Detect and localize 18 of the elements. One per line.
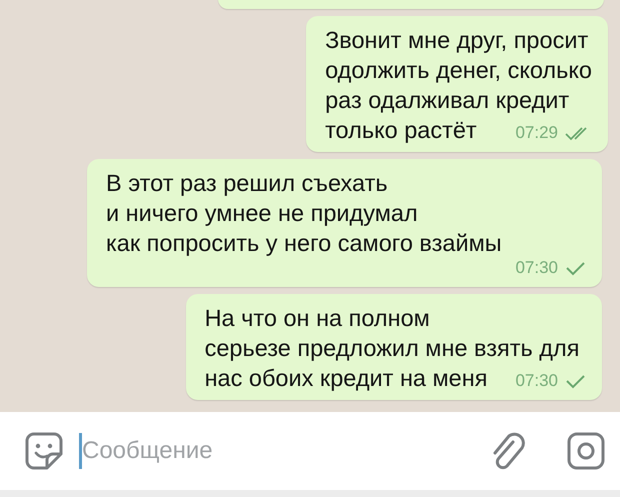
message-line: как попросить у него самого взаймы: [106, 229, 502, 258]
camera-icon[interactable]: [567, 432, 605, 470]
message-line: Звонит мне друг, просит: [325, 26, 590, 55]
message-time: 07:30: [515, 371, 558, 391]
message-time: 07:29: [515, 123, 558, 143]
message-time: 07:30: [515, 258, 558, 278]
message-line: и ничего умнее не придумал: [106, 199, 419, 228]
sticker-icon[interactable]: [25, 432, 63, 470]
message-line: одолжить денег, сколько: [325, 56, 592, 85]
message-line: На что он на полном: [204, 304, 431, 333]
message-line: только растёт: [325, 116, 477, 145]
message-line: серьезе предложил мне взять для: [204, 334, 580, 363]
message-input[interactable]: Сообщение: [82, 437, 282, 465]
message-line: раз одалживал кредит: [325, 86, 570, 115]
text-cursor: [79, 433, 82, 469]
message-line: В этот раз решил съехать: [106, 169, 389, 198]
paperclip-icon[interactable]: [491, 432, 527, 470]
message-line: нас обоих кредит на меня: [204, 364, 488, 393]
